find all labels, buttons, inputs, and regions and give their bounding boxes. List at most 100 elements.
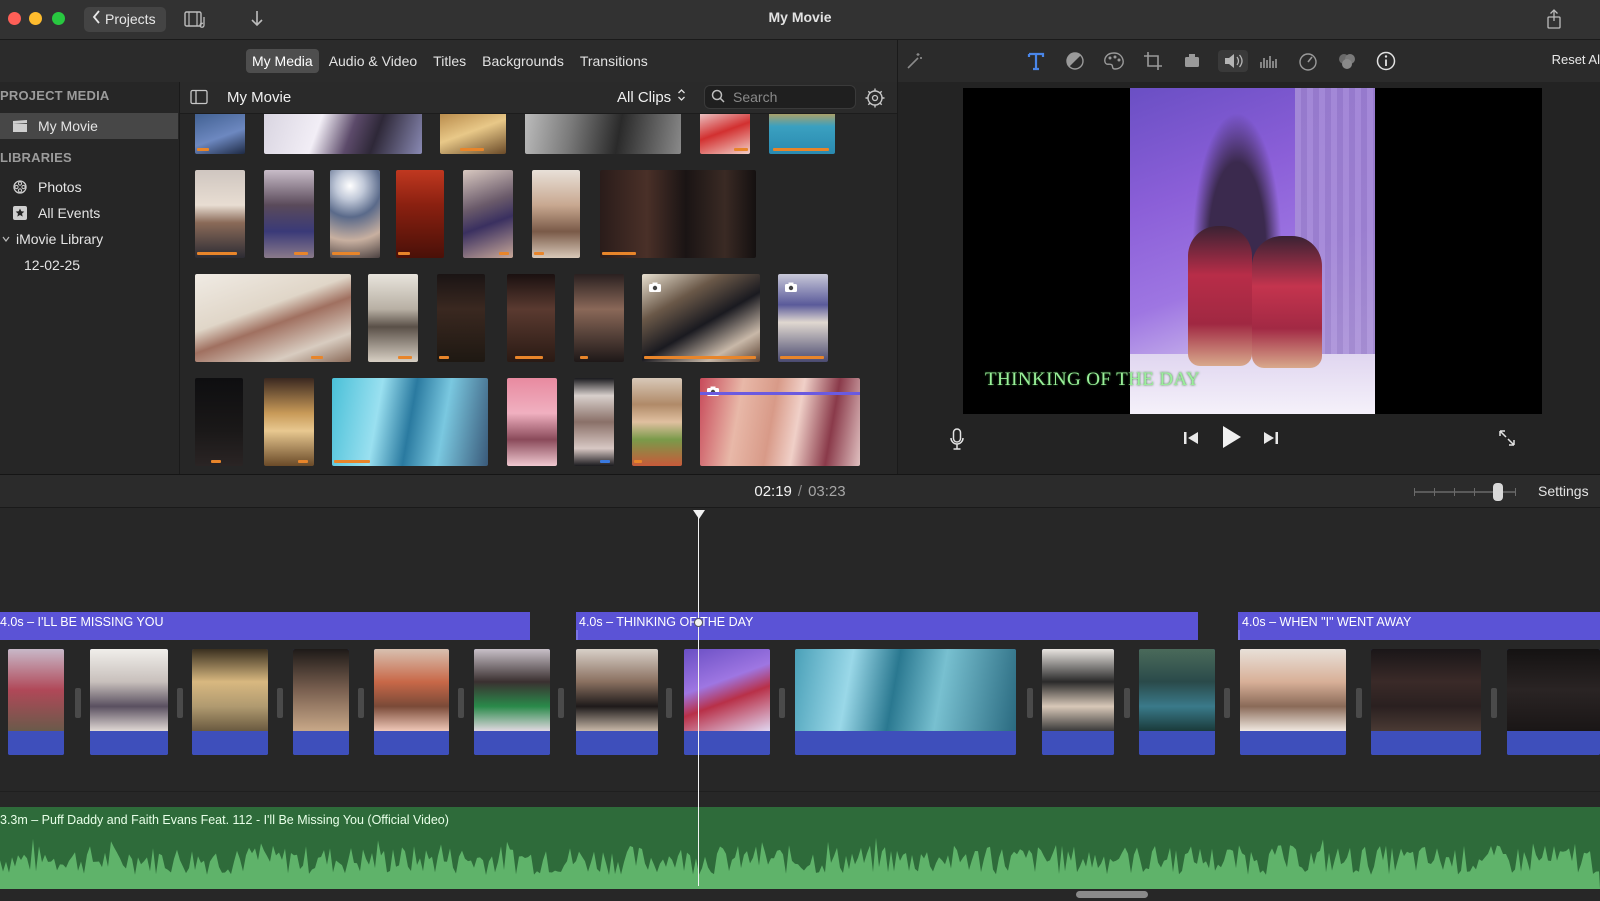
media-clip-thumbnail[interactable] bbox=[507, 274, 555, 362]
media-clip-thumbnail[interactable] bbox=[463, 170, 513, 258]
minimize-window-button[interactable] bbox=[29, 12, 42, 25]
transition-marker[interactable] bbox=[458, 688, 464, 718]
media-clip-thumbnail[interactable] bbox=[437, 274, 485, 362]
volume-icon[interactable] bbox=[1218, 50, 1248, 72]
sidebar-toggle-icon[interactable] bbox=[190, 89, 208, 105]
close-window-button[interactable] bbox=[8, 12, 21, 25]
media-clip-thumbnail[interactable] bbox=[574, 274, 624, 362]
transition-marker[interactable] bbox=[1224, 688, 1230, 718]
title-clip[interactable]: 4.0s – I'LL BE MISSING YOU bbox=[0, 612, 530, 640]
zoom-slider-knob[interactable] bbox=[1493, 483, 1503, 501]
media-clip-thumbnail[interactable] bbox=[195, 170, 245, 258]
transition-marker[interactable] bbox=[75, 688, 81, 718]
color-palette-icon[interactable] bbox=[1102, 50, 1126, 72]
media-clip-thumbnail[interactable] bbox=[778, 274, 828, 362]
video-clip[interactable] bbox=[795, 649, 1016, 755]
reset-all-button[interactable]: Reset Al bbox=[1520, 52, 1600, 67]
search-field[interactable] bbox=[704, 85, 856, 109]
video-clip[interactable] bbox=[1507, 649, 1600, 755]
video-clip[interactable] bbox=[90, 649, 168, 755]
equalizer-icon[interactable] bbox=[1257, 50, 1281, 72]
stabilization-camera-icon[interactable] bbox=[1180, 50, 1204, 72]
video-clip[interactable] bbox=[8, 649, 64, 755]
magic-wand-icon[interactable] bbox=[902, 50, 926, 72]
media-clip-thumbnail[interactable] bbox=[700, 378, 860, 466]
timeline-scrollbar[interactable] bbox=[1076, 891, 1148, 898]
tab-audio-video[interactable]: Audio & Video bbox=[323, 49, 423, 73]
play-icon[interactable] bbox=[1218, 424, 1244, 450]
clips-filter-select[interactable]: All Clips bbox=[617, 88, 686, 106]
transition-marker[interactable] bbox=[277, 688, 283, 718]
media-clip-thumbnail[interactable] bbox=[440, 114, 506, 154]
playhead[interactable] bbox=[698, 514, 699, 886]
video-clip[interactable] bbox=[576, 649, 658, 755]
media-clip-thumbnail[interactable] bbox=[195, 114, 245, 154]
media-clip-thumbnail[interactable] bbox=[264, 114, 422, 154]
import-arrow-icon[interactable] bbox=[250, 9, 276, 31]
media-clip-thumbnail[interactable] bbox=[195, 274, 351, 362]
tab-titles[interactable]: Titles bbox=[427, 49, 472, 73]
media-clip-thumbnail[interactable] bbox=[532, 170, 580, 258]
media-clip-thumbnail[interactable] bbox=[332, 378, 488, 466]
media-clip-thumbnail[interactable] bbox=[600, 170, 756, 258]
color-balance-icon[interactable] bbox=[1063, 50, 1087, 72]
media-clip-thumbnail[interactable] bbox=[396, 170, 444, 258]
sidebar-item-my-movie[interactable]: My Movie bbox=[0, 113, 178, 139]
media-clip-thumbnail[interactable] bbox=[330, 170, 380, 258]
transition-marker[interactable] bbox=[779, 688, 785, 718]
speed-gauge-icon[interactable] bbox=[1296, 50, 1320, 72]
skip-forward-icon[interactable] bbox=[1260, 427, 1282, 449]
sidebar-item-photos[interactable]: Photos bbox=[0, 174, 178, 200]
video-clip[interactable] bbox=[1139, 649, 1215, 755]
disclosure-icon[interactable] bbox=[2, 235, 10, 243]
fullscreen-icon[interactable] bbox=[1496, 427, 1518, 449]
video-clip[interactable] bbox=[1240, 649, 1346, 755]
search-input[interactable] bbox=[733, 89, 843, 105]
video-clip[interactable] bbox=[1371, 649, 1481, 755]
clip-filter-icon[interactable] bbox=[1335, 50, 1359, 72]
timeline-settings-button[interactable]: Settings bbox=[1538, 483, 1589, 499]
media-clip-thumbnail[interactable] bbox=[700, 114, 750, 154]
share-icon[interactable] bbox=[1546, 9, 1564, 29]
audio-clip[interactable]: 3.3m – Puff Daddy and Faith Evans Feat. … bbox=[0, 807, 1600, 889]
video-clip[interactable] bbox=[293, 649, 349, 755]
tab-my-media[interactable]: My Media bbox=[246, 49, 319, 73]
media-clip-thumbnail[interactable] bbox=[574, 378, 614, 466]
video-clip[interactable] bbox=[474, 649, 550, 755]
zoom-window-button[interactable] bbox=[52, 12, 65, 25]
info-icon[interactable] bbox=[1374, 50, 1398, 72]
video-clip[interactable] bbox=[192, 649, 268, 755]
transition-marker[interactable] bbox=[177, 688, 183, 718]
sidebar-item-all-events[interactable]: All Events bbox=[0, 200, 178, 226]
media-clip-thumbnail[interactable] bbox=[769, 114, 835, 154]
playhead-handle[interactable] bbox=[693, 510, 705, 519]
media-clip-thumbnail[interactable] bbox=[642, 274, 760, 362]
video-clip[interactable] bbox=[684, 649, 770, 755]
video-clip[interactable] bbox=[1042, 649, 1114, 755]
microphone-icon[interactable] bbox=[946, 427, 968, 451]
video-preview[interactable]: THINKING OF THE DAY bbox=[963, 88, 1542, 414]
media-clip-thumbnail[interactable] bbox=[264, 378, 314, 466]
sidebar-item-imovie-library[interactable]: iMovie Library bbox=[0, 226, 178, 252]
gear-icon[interactable] bbox=[864, 87, 886, 109]
transition-marker[interactable] bbox=[1124, 688, 1130, 718]
transition-marker[interactable] bbox=[1027, 688, 1033, 718]
tab-transitions[interactable]: Transitions bbox=[574, 49, 654, 73]
projects-back-button[interactable]: Projects bbox=[84, 7, 166, 32]
crop-icon[interactable] bbox=[1141, 50, 1165, 72]
tab-backgrounds[interactable]: Backgrounds bbox=[476, 49, 570, 73]
video-clip[interactable] bbox=[374, 649, 449, 755]
media-clip-thumbnail[interactable] bbox=[368, 274, 418, 362]
skip-back-icon[interactable] bbox=[1180, 427, 1202, 449]
media-clip-thumbnail[interactable] bbox=[264, 170, 314, 258]
title-text-icon[interactable] bbox=[1024, 50, 1048, 72]
sidebar-item-event-12-02-25[interactable]: 12-02-25 bbox=[0, 252, 178, 278]
title-clip[interactable]: 4.0s – WHEN "I" WENT AWAY bbox=[1238, 612, 1600, 640]
media-clip-thumbnail[interactable] bbox=[195, 378, 243, 466]
transition-marker[interactable] bbox=[1356, 688, 1362, 718]
title-clip[interactable]: 4.0s – THINKING OF THE DAY bbox=[576, 612, 1198, 640]
transition-marker[interactable] bbox=[358, 688, 364, 718]
media-clip-thumbnail[interactable] bbox=[507, 378, 557, 466]
media-clip-thumbnail[interactable] bbox=[525, 114, 681, 154]
media-view-icon[interactable] bbox=[184, 9, 210, 31]
